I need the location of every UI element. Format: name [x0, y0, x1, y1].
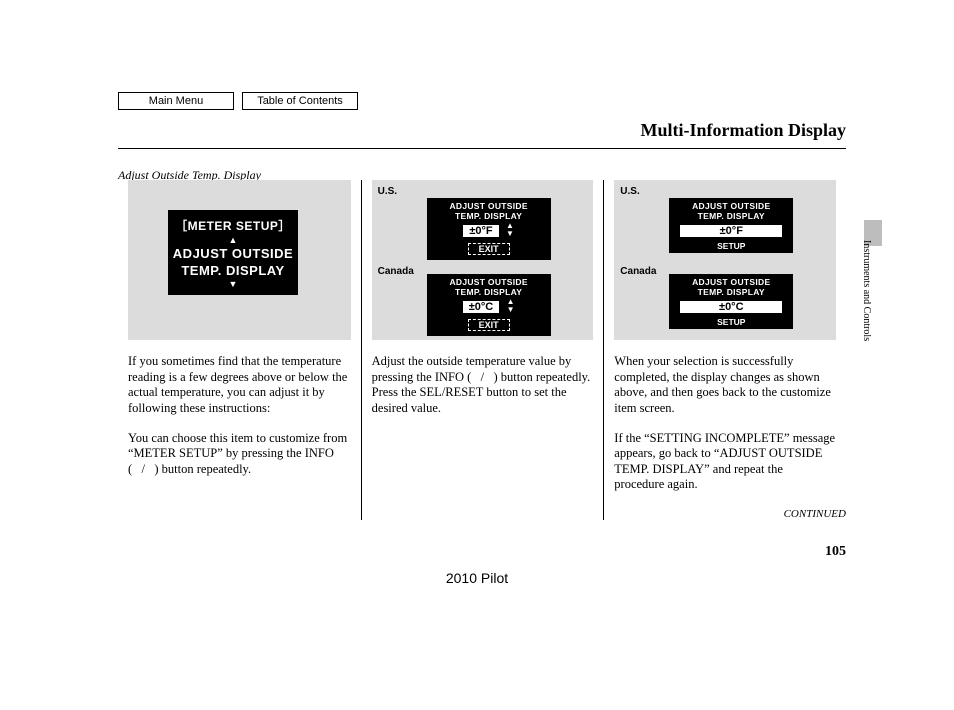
lcd-us-c-line1: ADJUST OUTSIDE [671, 201, 791, 211]
lcd-canada: ADJUST OUTSIDE TEMP. DISPLAY ±0°C ▲▼ EXI… [427, 274, 551, 336]
lcd-us: ADJUST OUTSIDE TEMP. DISPLAY ±0°F ▲▼ EXI… [427, 198, 551, 260]
main-menu-button[interactable]: Main Menu [118, 92, 234, 110]
lcd-ca-c-setup: SETUP [671, 317, 791, 327]
model-year: 2010 Pilot [0, 570, 954, 586]
col1-para1: If you sometimes find that the temperatu… [128, 354, 351, 417]
lcd-us-c-value: ±0°F [680, 225, 782, 237]
column-3: U.S. ADJUST OUTSIDE TEMP. DISPLAY ±0°F S… [603, 180, 846, 520]
region-us-label: U.S. [620, 186, 639, 197]
lcd-ca-exit: EXIT [468, 319, 510, 331]
figure-col1: ［METER SETUP］ ▲ ADJUST OUTSIDE TEMP. DIS… [128, 180, 351, 340]
lcd-us-c-line2: TEMP. DISPLAY [671, 211, 791, 221]
lcd-meter-setup: ［METER SETUP］ ▲ ADJUST OUTSIDE TEMP. DIS… [168, 210, 298, 295]
region-canada-label: Canada [620, 266, 656, 277]
lcd-line1: ［METER SETUP］ [172, 216, 294, 235]
column-2: U.S. ADJUST OUTSIDE TEMP. DISPLAY ±0°F ▲… [361, 180, 604, 520]
lcd-us-value: ±0°F [463, 225, 498, 237]
lcd-us-confirm: ADJUST OUTSIDE TEMP. DISPLAY ±0°F SETUP [669, 198, 793, 253]
lcd-us-c-setup: SETUP [671, 241, 791, 251]
lcd-line3: TEMP. DISPLAY [172, 262, 294, 279]
lcd-line2: ADJUST OUTSIDE [172, 245, 294, 262]
continued-label: CONTINUED [784, 508, 846, 520]
figure-col3: U.S. ADJUST OUTSIDE TEMP. DISPLAY ±0°F S… [614, 180, 836, 340]
col3-para1: When your selection is successfully comp… [614, 354, 836, 417]
header-rule [118, 148, 846, 149]
section-title: Multi-Information Display [640, 120, 846, 141]
col2-para1: Adjust the outside temperature value by … [372, 354, 594, 417]
lcd-ca-value: ±0°C [463, 301, 500, 313]
col3-para2: If the “SETTING INCOMPLETE” message appe… [614, 431, 836, 494]
stepper-arrows-icon: ▲▼ [506, 222, 514, 238]
region-us-label: U.S. [378, 186, 397, 197]
lcd-ca-c-line2: TEMP. DISPLAY [671, 287, 791, 297]
triangle-down-icon: ▼ [172, 279, 294, 289]
manual-page: Main Menu Table of Contents Multi-Inform… [0, 0, 954, 710]
column-1: ［METER SETUP］ ▲ ADJUST OUTSIDE TEMP. DIS… [118, 180, 361, 520]
lcd-us-line1: ADJUST OUTSIDE [429, 201, 549, 211]
triangle-up-icon: ▲ [172, 235, 294, 245]
lcd-canada-confirm: ADJUST OUTSIDE TEMP. DISPLAY ±0°C SETUP [669, 274, 793, 329]
region-canada-label: Canada [378, 266, 414, 277]
lcd-ca-line1: ADJUST OUTSIDE [429, 277, 549, 287]
page-number: 105 [825, 544, 846, 560]
toc-button[interactable]: Table of Contents [242, 92, 358, 110]
lcd-ca-line2: TEMP. DISPLAY [429, 287, 549, 297]
lcd-us-exit: EXIT [468, 243, 510, 255]
side-section-label: Instruments and Controls [858, 240, 872, 341]
figure-col2: U.S. ADJUST OUTSIDE TEMP. DISPLAY ±0°F ▲… [372, 180, 594, 340]
content-columns: ［METER SETUP］ ▲ ADJUST OUTSIDE TEMP. DIS… [118, 180, 846, 520]
lcd-us-line2: TEMP. DISPLAY [429, 211, 549, 221]
lcd-ca-c-value: ±0°C [680, 301, 782, 313]
stepper-arrows-icon: ▲▼ [507, 298, 515, 314]
lcd-ca-c-line1: ADJUST OUTSIDE [671, 277, 791, 287]
col1-para2: You can choose this item to customize fr… [128, 431, 351, 478]
